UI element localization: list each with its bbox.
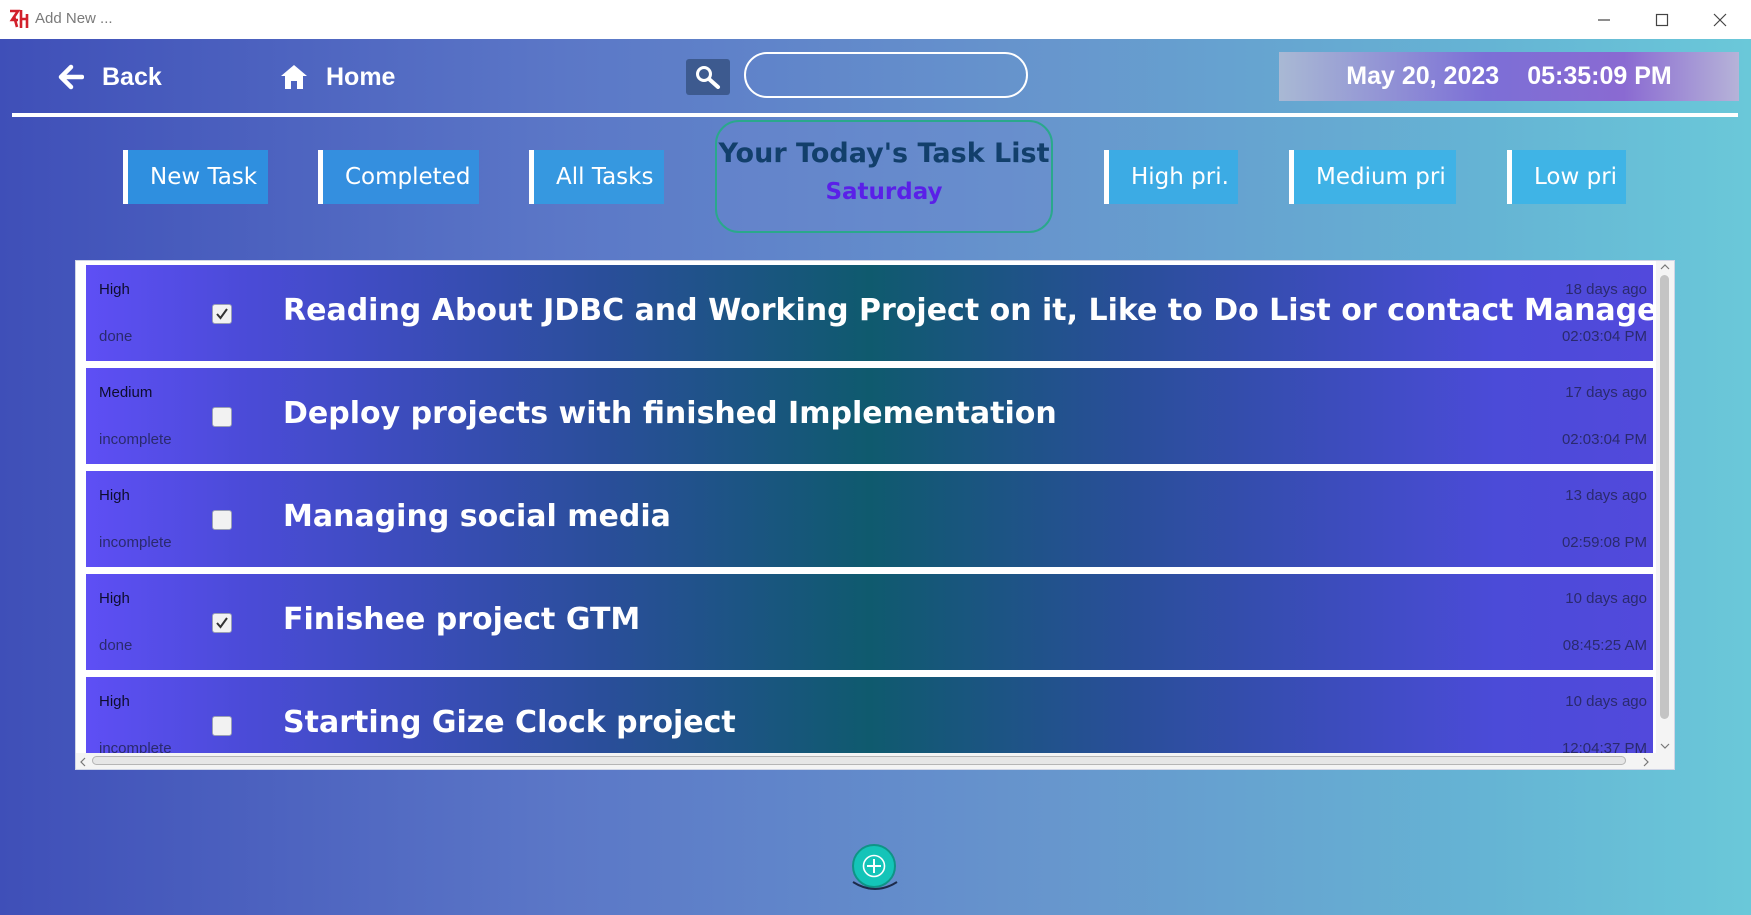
task-status: done [99, 328, 133, 345]
scroll-right-icon [1643, 757, 1649, 767]
task-title: Deploy projects with finished Implementa… [283, 396, 1057, 431]
weekday-label: Saturday [825, 179, 943, 205]
home-button[interactable]: Home [280, 59, 395, 95]
task-age: 10 days ago [1565, 590, 1647, 607]
task-title: Starting Gize Clock project [283, 705, 736, 740]
add-button-shadow [852, 881, 898, 890]
maximize-icon [1655, 13, 1669, 27]
medium-priority-label: Medium pri [1316, 164, 1446, 190]
home-icon [281, 65, 307, 89]
current-date: May 20, 2023 [1346, 62, 1500, 90]
minimize-icon [1598, 19, 1610, 21]
horizontal-scrollbar[interactable] [76, 753, 1674, 769]
low-priority-label: Low pri [1534, 164, 1618, 190]
scroll-left-icon [80, 757, 86, 767]
task-checkbox[interactable] [212, 510, 232, 530]
task-age: 10 days ago [1565, 693, 1647, 710]
search-button[interactable] [686, 59, 730, 95]
horizontal-scroll-thumb[interactable] [92, 756, 1626, 765]
search-input[interactable] [744, 52, 1028, 98]
task-status: incomplete [99, 534, 172, 551]
all-tasks-filter-button[interactable]: All Tasks [529, 150, 664, 204]
task-time: 02:03:04 PM [1561, 328, 1647, 345]
maximize-button[interactable] [1633, 0, 1691, 39]
task-priority: High [99, 281, 130, 298]
back-label: Back [102, 62, 162, 91]
completed-filter-button[interactable]: Completed [318, 150, 479, 204]
minimize-button[interactable] [1575, 0, 1633, 39]
task-priority: High [99, 487, 130, 504]
task-status: incomplete [99, 431, 172, 448]
home-label: Home [326, 62, 396, 91]
task-priority: Medium [99, 384, 153, 401]
task-age: 13 days ago [1565, 487, 1647, 504]
new-task-label: New Task [150, 164, 258, 190]
task-checkbox[interactable] [212, 304, 232, 324]
task-priority: High [99, 590, 130, 607]
arrow-left-icon [58, 64, 84, 90]
task-title: Reading About JDBC and Working Project o… [283, 293, 1673, 328]
task-list-title-card: Your Today's Task List Saturday [715, 120, 1053, 233]
vertical-scrollbar[interactable] [1656, 261, 1674, 753]
task-list-heading: Your Today's Task List [718, 138, 1050, 169]
task-time: 02:03:04 PM [1561, 431, 1647, 448]
task-title: Managing social media [283, 499, 671, 534]
task-row[interactable]: High incomplete Starting Gize Clock proj… [86, 677, 1653, 753]
all-tasks-label: All Tasks [556, 164, 654, 190]
high-priority-label: High pri. [1131, 164, 1229, 190]
scroll-down-icon [1660, 743, 1670, 749]
task-row[interactable]: Medium incomplete Deploy projects with f… [86, 368, 1653, 464]
app-logo-icon [9, 9, 29, 28]
search-icon [696, 66, 720, 89]
vertical-scroll-thumb[interactable] [1660, 275, 1669, 719]
main-area: Back Home May 20, 2023 05:35:09 PM New T… [0, 39, 1751, 915]
task-time: 02:59:08 PM [1561, 534, 1647, 551]
window-title: Add New ... [35, 10, 113, 27]
task-status: incomplete [99, 740, 172, 753]
window-titlebar: Add New ... [0, 0, 1751, 40]
task-status: done [99, 637, 133, 654]
high-priority-filter-button[interactable]: High pri. [1104, 150, 1238, 204]
task-row[interactable]: High incomplete Managing social media 13… [86, 471, 1653, 567]
new-task-button[interactable]: New Task [123, 150, 268, 204]
task-checkbox[interactable] [212, 716, 232, 736]
low-priority-filter-button[interactable]: Low pri [1507, 150, 1626, 204]
datetime-display: May 20, 2023 05:35:09 PM [1279, 52, 1739, 101]
checkmark-icon [216, 308, 228, 320]
task-checkbox[interactable] [212, 613, 232, 633]
checkmark-icon [216, 617, 228, 629]
task-row[interactable]: High done Reading About JDBC and Working… [86, 265, 1672, 361]
task-list[interactable]: High done Reading About JDBC and Working… [75, 260, 1675, 770]
current-time: 05:35:09 PM [1527, 62, 1672, 90]
completed-label: Completed [345, 164, 471, 190]
close-icon [1713, 13, 1727, 27]
header-divider [12, 113, 1738, 117]
task-checkbox[interactable] [212, 407, 232, 427]
task-age: 17 days ago [1565, 384, 1647, 401]
medium-priority-filter-button[interactable]: Medium pri [1289, 150, 1456, 204]
task-priority: High [99, 693, 130, 710]
task-title: Finishee project GTM [283, 602, 641, 637]
back-button[interactable]: Back [58, 59, 162, 95]
plus-icon [862, 854, 886, 878]
task-time: 12:04:37 PM [1561, 740, 1647, 753]
close-button[interactable] [1691, 0, 1749, 39]
scroll-up-icon [1660, 264, 1670, 270]
task-age: 18 days ago [1565, 281, 1647, 298]
task-row[interactable]: High done Finishee project GTM 10 days a… [86, 574, 1653, 670]
task-time: 08:45:25 AM [1562, 637, 1647, 654]
